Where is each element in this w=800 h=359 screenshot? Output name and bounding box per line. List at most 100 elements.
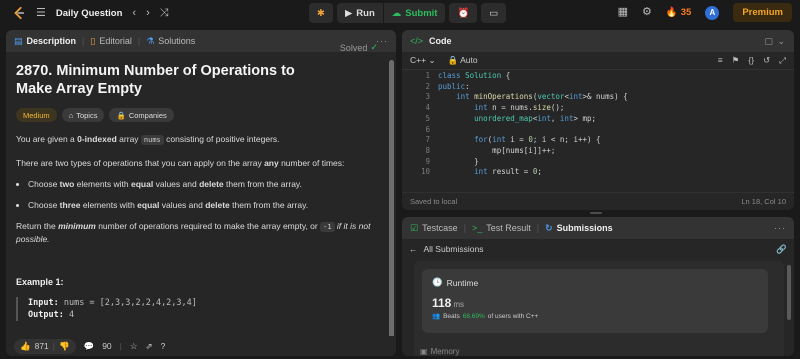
tab-testcase[interactable]: ☑ Testcase [410,223,458,234]
example-block: Input: nums = [2,3,3,2,2,4,2,3,4] Output… [16,297,374,321]
output-label: Output: [28,310,64,320]
operations-list: Choose two elements with equal values an… [16,178,374,211]
bookmark-icon[interactable]: ⚑ [732,55,740,66]
scrollbar[interactable] [787,265,791,320]
runtime-label: Runtime [446,277,479,288]
share-icon[interactable]: ⇗ [146,341,153,352]
companies-tag[interactable]: 🔒 Companies [109,108,174,122]
example-output-line: Output: 4 [28,309,374,321]
divider: | [52,341,55,351]
bottom-panel-tabs: ☑ Testcase | >_ Test Result | ↻ Submissions… [402,217,794,239]
reset-icon[interactable]: ↺ [763,55,770,66]
line-number: 8 [425,145,430,155]
tab-test-result[interactable]: >_ Test Result [472,223,531,233]
text: consisting of positive integers. [163,134,280,144]
code-line: int minOperations(vector<int>& nums) { [456,92,628,102]
beats-label: Beats [443,312,460,320]
text-bold-italic: minimum [58,221,96,231]
run-submit-group: ▶ Run ☁ Submit [336,3,446,23]
scrollbar[interactable] [388,60,394,356]
thumbs-up-icon[interactable]: 👍 [20,341,31,352]
editor-status-bar: Saved to local Ln 18, Col 10 [402,192,794,210]
timer-button[interactable]: ⏰ [449,3,478,23]
text: them from the array. [223,179,302,189]
play-icon: ▶ [344,7,353,19]
format-icon[interactable]: ≡ [718,55,723,66]
note-icon: ▭ [489,7,499,19]
layout-grid-icon[interactable]: ▦ [618,7,628,18]
notes-button[interactable]: ▭ [481,3,507,23]
language-select[interactable]: C++ ⌄ [410,55,436,66]
chevron-left-icon[interactable]: ‹ [132,7,136,19]
output-value: 4 [63,310,75,320]
braces-icon[interactable]: {} [748,55,754,66]
chevron-right-icon[interactable]: › [146,7,150,19]
tag-icon: ⌂ [68,110,74,120]
line-number: 3 [425,92,430,102]
settings-icon[interactable]: ⚙ [642,7,652,18]
run-button[interactable]: ▶ Run [337,3,383,23]
topics-tag[interactable]: ⌂ Topics [61,108,105,122]
avatar[interactable]: A [705,5,720,20]
memory-card[interactable]: ▣ Memory [420,347,459,356]
shuffle-icon[interactable]: ⤨ [160,7,169,19]
input-label: Input: [28,298,59,308]
difficulty-badge: Medium [16,108,57,122]
arrow-left-icon[interactable]: ← [409,244,418,254]
tab-description[interactable]: ▤ Description [14,36,76,47]
star-icon[interactable]: ☆ [130,341,138,352]
comment-count[interactable]: 90 [102,341,111,351]
maximize-icon[interactable]: ▢ [764,36,774,46]
tab-solutions[interactable]: ⚗ Solutions [146,36,195,47]
mode-indicator[interactable]: 🔒 Auto [448,55,478,66]
fullscreen-icon[interactable]: ⤢ [779,55,786,66]
tab-editorial[interactable]: ▯ Editorial [90,36,131,47]
panel-controls: ▢ ⌄ [764,36,786,47]
more-options-icon[interactable]: ⌄ [777,36,786,46]
list-icon[interactable]: ☰ [36,7,46,19]
resize-handle[interactable] [590,212,602,214]
list-item: Choose three elements with equal values … [28,199,374,211]
runtime-card[interactable]: 🕒 Runtime 118 ms 👥 Beats 68.69% of users … [422,269,768,333]
submit-button[interactable]: ☁ Submit [382,3,446,23]
scrollbar-thumb[interactable] [389,60,394,356]
tab-test-result-label: Test Result [486,223,531,233]
debug-button[interactable]: ✱ [309,3,333,23]
streak-counter[interactable]: 🔥 35 [666,7,691,18]
divider: | [137,36,141,46]
alarm-icon: ⏰ [457,7,470,19]
more-options-icon[interactable]: ··· [774,223,786,233]
comment-icon[interactable]: 💬 [84,341,95,352]
line-number: 7 [425,135,430,145]
tab-submissions[interactable]: ↻ Submissions [545,223,613,234]
help-icon[interactable]: ? [161,341,166,351]
top-bar: ☰ Daily Question ‹ › ⤨ ✱ ▶ Run ☁ Submit … [0,0,800,26]
tab-testcase-label: Testcase [422,223,458,233]
mode-label: Auto [460,55,478,65]
history-icon: ↻ [545,222,553,233]
premium-button[interactable]: Premium [733,3,792,22]
divider: | [119,341,122,351]
cloud-upload-icon: ☁ [391,7,402,19]
text: Return the [16,221,59,231]
all-submissions-link[interactable]: All Submissions [424,244,484,254]
problem-list-title[interactable]: Daily Question [56,8,123,19]
clock-icon: 🕒 [432,277,443,287]
link-icon[interactable]: 🔗 [776,244,787,255]
text: values and [153,179,200,189]
code-line: } [438,156,479,166]
code-editor[interactable]: 1 2 3 4 5 6 7 8 9 10 class Solution { pu… [402,71,794,193]
problem-title[interactable]: 2870. Minimum Number of Operations to Ma… [16,62,326,98]
companies-label: Companies [128,110,167,120]
runtime-value: 118 [432,296,452,310]
code-line: public: [438,81,470,91]
terminal-icon: >_ [471,223,483,233]
lock-icon: 🔒 [116,110,126,120]
line-number: 6 [425,124,430,134]
text: Choose [28,200,60,210]
input-value: nums = [2,3,3,2,2,4,2,3,4] [58,298,197,308]
inline-code: nums [140,135,164,145]
thumbs-down-icon[interactable]: 👎 [59,341,70,352]
code-toolbar: C++ ⌄ 🔒 Auto ≡ ⚑ {} ↺ ⤢ [402,52,794,70]
leetcode-logo[interactable] [12,6,26,20]
